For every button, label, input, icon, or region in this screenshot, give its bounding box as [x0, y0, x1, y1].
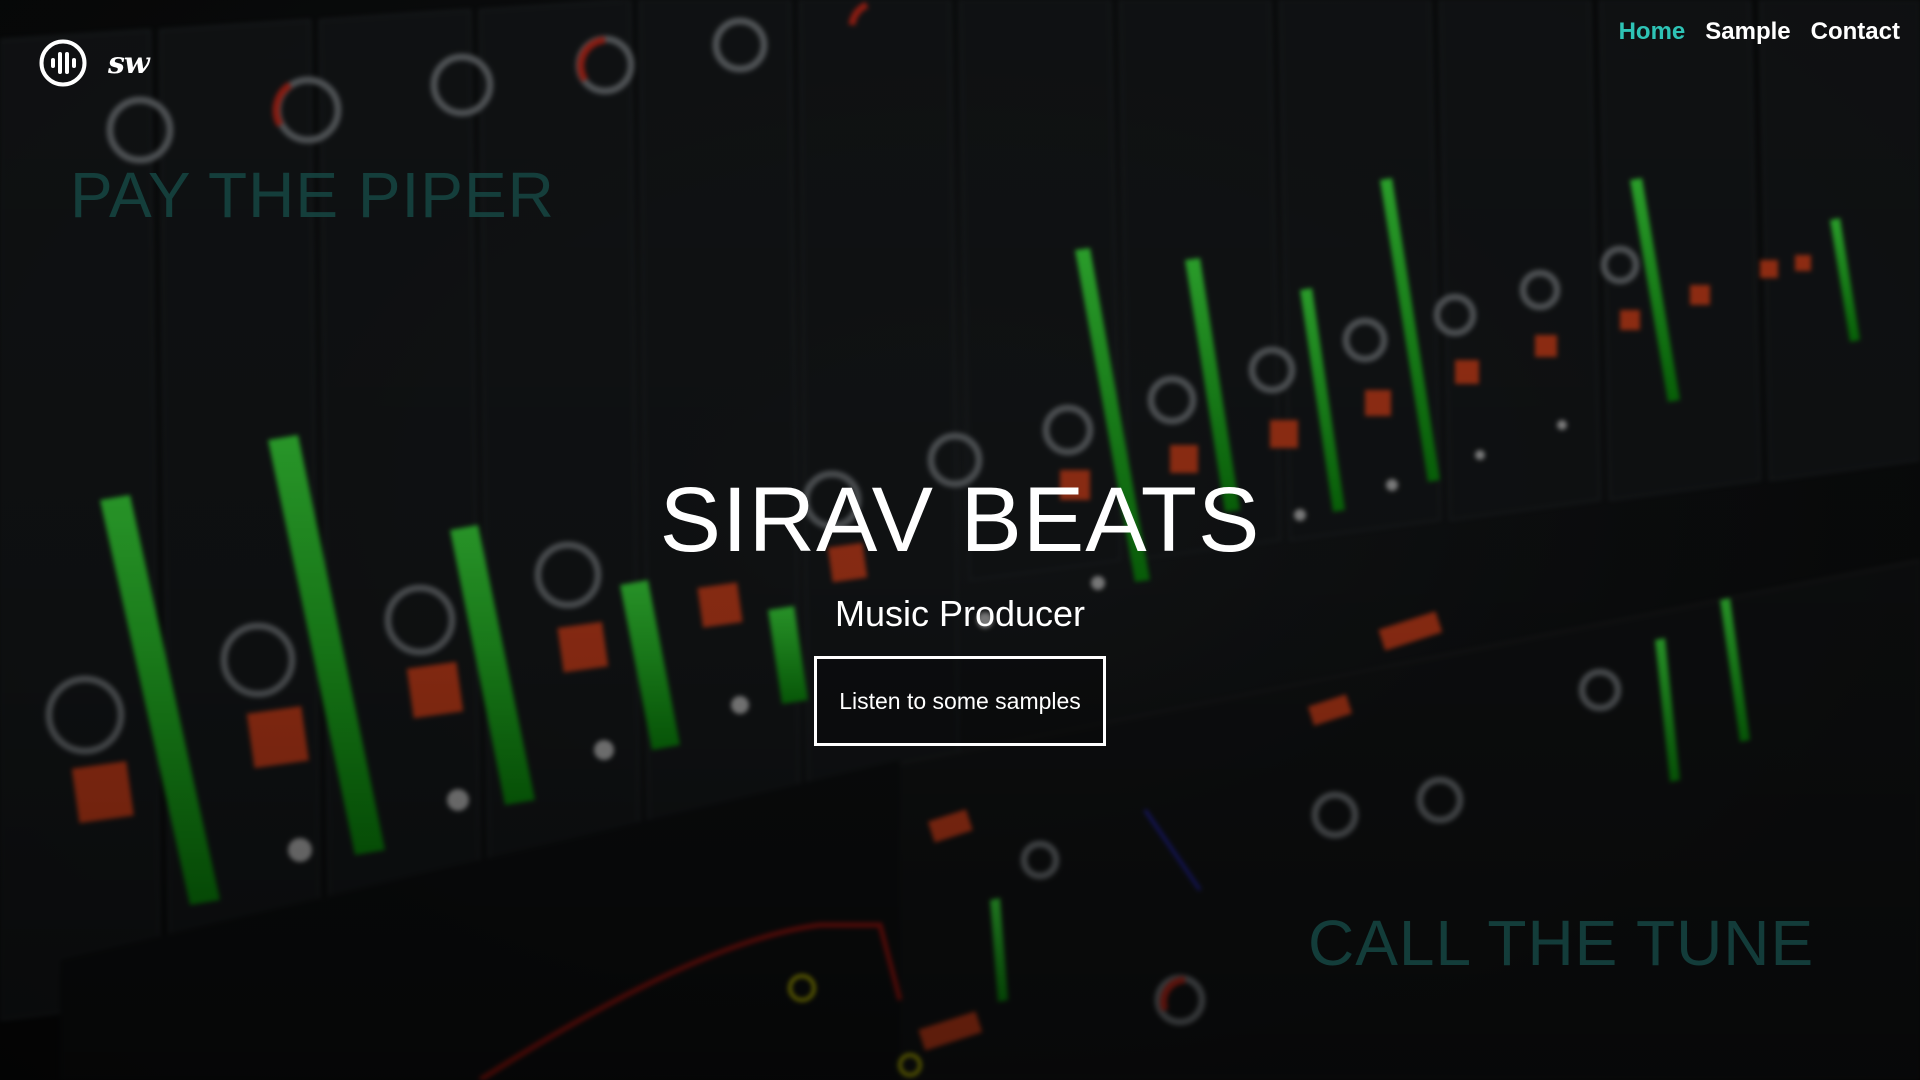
nav-sample-link[interactable]: Sample	[1705, 18, 1790, 46]
top-nav: Home Sample Contact	[1619, 18, 1900, 46]
slogan-top: PAY THE PIPER	[70, 159, 555, 231]
brand-script-mark: sw	[108, 45, 150, 81]
hero-title: SIRAV BEATS	[659, 469, 1261, 571]
brand-logo[interactable]: sw	[38, 38, 150, 88]
hero-content: SIRAV BEATS Music Producer Listen to som…	[0, 470, 1920, 746]
nav-home-link[interactable]: Home	[1619, 18, 1686, 46]
listen-samples-button[interactable]: Listen to some samples	[814, 656, 1106, 746]
nav-contact-link[interactable]: Contact	[1811, 18, 1900, 46]
hero-section: sw Home Sample Contact PAY THE PIPER CAL…	[0, 0, 1920, 1080]
hero-subtitle: Music Producer	[834, 593, 1086, 634]
slogan-bottom: CALL THE TUNE	[1308, 907, 1815, 979]
sound-wave-circle-icon	[39, 39, 87, 87]
